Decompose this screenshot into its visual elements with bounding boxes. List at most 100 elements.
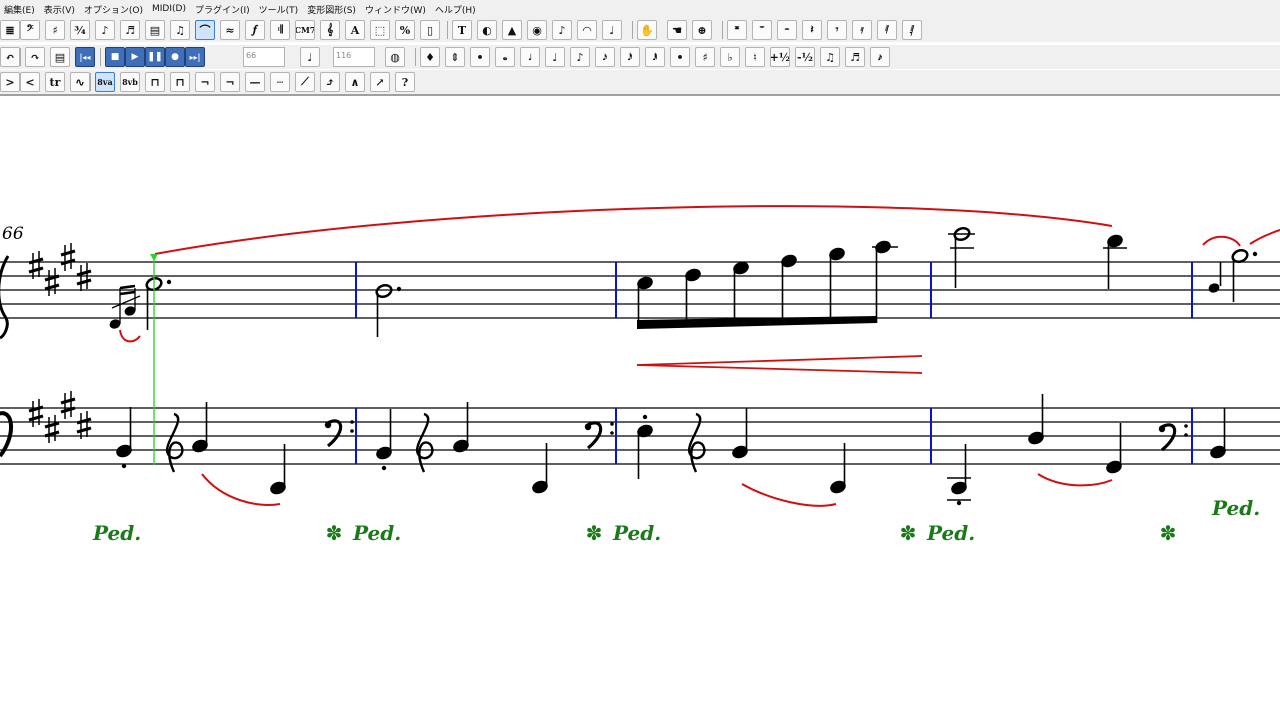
staff-tool-button[interactable]: ≣ bbox=[0, 20, 20, 40]
clef-tool-button[interactable]: 𝄢 bbox=[20, 20, 40, 40]
redo-button[interactable]: ↷ bbox=[25, 47, 45, 67]
playback-entry-palette: ↶ ↷ ▤ |◂◂ ■ ▶ ❚❚ ● ▸▸| ♩ ◍ ♦ ⇕ • 𝅝 𝅗𝅥 ♩ ♪ 𝅘𝅥𝅯 𝅘𝅥𝅰 𝅘𝅥𝅱 • ♯ ♭ ♮ +½ -… bbox=[0, 45, 1280, 69]
augmentation-dot-button[interactable]: • bbox=[670, 47, 690, 67]
octave-down-button[interactable]: 8vb bbox=[120, 72, 140, 92]
line-button[interactable]: — bbox=[245, 72, 265, 92]
quarter-rest-button[interactable]: 𝄽 bbox=[802, 20, 822, 40]
glissando-button[interactable]: ⟋ bbox=[295, 72, 315, 92]
half-rest-button[interactable]: 𝄼 bbox=[777, 20, 797, 40]
score-document[interactable]: 66 Ped. ✽ Ped. ✽ Ped. ✽ Ped. ✽ Ped. bbox=[0, 96, 1280, 720]
smart-shape-tool-button[interactable]: ⌒ bbox=[195, 20, 215, 40]
undo-button[interactable]: ↶ bbox=[0, 47, 20, 67]
bend-hat-button[interactable]: ⤴ bbox=[320, 72, 340, 92]
dot-tool-button[interactable]: • bbox=[470, 47, 490, 67]
menu-item-6[interactable]: 変形図形(S) bbox=[303, 3, 361, 16]
key-signature-tool-button[interactable]: ♯ bbox=[45, 20, 65, 40]
crescendo-button[interactable]: > bbox=[0, 72, 20, 92]
eighth-note-button[interactable]: ♪ bbox=[570, 47, 590, 67]
grace-note-button[interactable]: 𝆔 bbox=[870, 47, 890, 67]
menu-item-7[interactable]: ウィンドウ(W) bbox=[361, 3, 431, 16]
text-tool-button[interactable]: A bbox=[345, 20, 365, 40]
bpm-field[interactable]: 116 bbox=[333, 47, 375, 67]
sixteenth-rest-button[interactable]: 𝄿 bbox=[852, 20, 872, 40]
sharp-button[interactable]: ♯ bbox=[695, 47, 715, 67]
resize-tool-button[interactable]: % bbox=[395, 20, 415, 40]
thirty-second-rest-button[interactable]: 𝅀 bbox=[877, 20, 897, 40]
whole-rest-button[interactable]: 𝄻 bbox=[752, 20, 772, 40]
decrescendo-button[interactable]: < bbox=[20, 72, 40, 92]
special-tools-button[interactable]: T bbox=[452, 20, 472, 40]
voice-button[interactable]: ⇕ bbox=[445, 47, 465, 67]
sixty-fourth-note-button[interactable]: 𝅘𝅥𝅱 bbox=[645, 47, 665, 67]
simple-entry-button[interactable]: ♬ bbox=[120, 20, 140, 40]
articulation-tool-button[interactable]: ≈ bbox=[220, 20, 240, 40]
menu-item-5[interactable]: ツール(T) bbox=[255, 3, 304, 16]
half-step-down-button[interactable]: -½ bbox=[795, 47, 815, 67]
natural-button[interactable]: ♮ bbox=[745, 47, 765, 67]
pause-button[interactable]: ❚❚ bbox=[145, 47, 165, 67]
time-signature-tool-button[interactable]: ¾ bbox=[70, 20, 90, 40]
hand-grabber-button[interactable]: ✋ bbox=[637, 20, 657, 40]
scroll-view-button[interactable]: ☚ bbox=[667, 20, 687, 40]
record-button[interactable]: ● bbox=[165, 47, 185, 67]
mirror-tool-button[interactable]: ◐ bbox=[477, 20, 497, 40]
lyrics-tool-button[interactable]: 𝄞 bbox=[320, 20, 340, 40]
half-step-up-button[interactable]: +½ bbox=[770, 47, 790, 67]
whole-note-button[interactable]: 𝅝 bbox=[495, 47, 515, 67]
menu-item-4[interactable]: プラグイン(I) bbox=[191, 3, 255, 16]
page-layout-tool-button[interactable]: ▯ bbox=[420, 20, 440, 40]
page-button[interactable]: ▤ bbox=[50, 47, 70, 67]
pedal-release: ✽ bbox=[1160, 521, 1177, 545]
fast-forward-button[interactable]: ▸▸| bbox=[185, 47, 205, 67]
selection-tool-button[interactable]: ⬚ bbox=[370, 20, 390, 40]
dashed-end-bracket-button[interactable]: ¬ bbox=[220, 72, 240, 92]
thirty-second-note-button[interactable]: 𝅘𝅥𝅰 bbox=[620, 47, 640, 67]
tuplet-tool-button[interactable]: ♫ bbox=[170, 20, 190, 40]
end-bracket-button[interactable]: ¬ bbox=[195, 72, 215, 92]
half-note-button[interactable]: 𝅗𝅥 bbox=[520, 47, 540, 67]
pedal-mark: Ped. bbox=[92, 521, 141, 545]
double-whole-rest-button[interactable]: 𝄺 bbox=[727, 20, 747, 40]
sixteenth-note-button[interactable]: 𝅘𝅥𝅯 bbox=[595, 47, 615, 67]
menu-item-3[interactable]: MIDI(D) bbox=[148, 4, 191, 14]
midi-device-button[interactable]: ◍ bbox=[385, 47, 405, 67]
hat-button[interactable]: ∧ bbox=[345, 72, 365, 92]
help-button[interactable]: ? bbox=[395, 72, 415, 92]
menu-item-8[interactable]: ヘルプ(H) bbox=[431, 3, 481, 16]
rewind-button[interactable]: |◂◂ bbox=[75, 47, 95, 67]
flat-button[interactable]: ♭ bbox=[720, 47, 740, 67]
trill-extension-button[interactable]: ∿ bbox=[70, 72, 90, 92]
dashed-line-button[interactable]: ┄ bbox=[270, 72, 290, 92]
sixty-fourth-rest-button[interactable]: 𝅁 bbox=[902, 20, 922, 40]
speedy-entry-button[interactable]: ◉ bbox=[527, 20, 547, 40]
tuplet-button[interactable]: ♬ bbox=[845, 47, 865, 67]
graphics-tool-button[interactable]: ▲ bbox=[502, 20, 522, 40]
ossia-tool-button[interactable]: ◠ bbox=[577, 20, 597, 40]
bracket-button[interactable]: ⊓ bbox=[145, 72, 165, 92]
quarter-note-button[interactable]: ♩ bbox=[545, 47, 565, 67]
octave-up-button[interactable]: 8va bbox=[95, 72, 115, 92]
guitar-bend-button[interactable]: ↗ bbox=[370, 72, 390, 92]
clef-change-bass-dot bbox=[350, 429, 354, 433]
repeat-tool-button[interactable]: 𝄇 bbox=[270, 20, 290, 40]
tempo-tool-button[interactable]: ♩ bbox=[602, 20, 622, 40]
tie-button[interactable]: ♫ bbox=[820, 47, 840, 67]
menu-item-0[interactable]: 編集(E) bbox=[0, 3, 40, 16]
expression-tool-button[interactable]: 𝆑 bbox=[245, 20, 265, 40]
tempo-field[interactable]: 66 bbox=[243, 47, 285, 67]
zoom-tool-button[interactable]: ⊕ bbox=[692, 20, 712, 40]
play-button[interactable]: ▶ bbox=[125, 47, 145, 67]
playback-controls-button[interactable]: ♪ bbox=[552, 20, 572, 40]
eighth-rest-button[interactable]: 𝄾 bbox=[827, 20, 847, 40]
menu-item-2[interactable]: オプション(O) bbox=[80, 3, 148, 16]
note-tool-button[interactable]: ♪ bbox=[95, 20, 115, 40]
measure-tool-button[interactable]: ▤ bbox=[145, 20, 165, 40]
stop-button[interactable]: ■ bbox=[105, 47, 125, 67]
tempo-note-button[interactable]: ♩ bbox=[300, 47, 320, 67]
hyper-scribe-button[interactable]: ♦ bbox=[420, 47, 440, 67]
pedal-mark: Ped. bbox=[352, 521, 401, 545]
dashed-bracket-button[interactable]: ⊓ bbox=[170, 72, 190, 92]
chord-tool-button[interactable]: CM7 bbox=[295, 20, 315, 40]
menu-item-1[interactable]: 表示(V) bbox=[40, 3, 80, 16]
trill-button[interactable]: tr bbox=[45, 72, 65, 92]
